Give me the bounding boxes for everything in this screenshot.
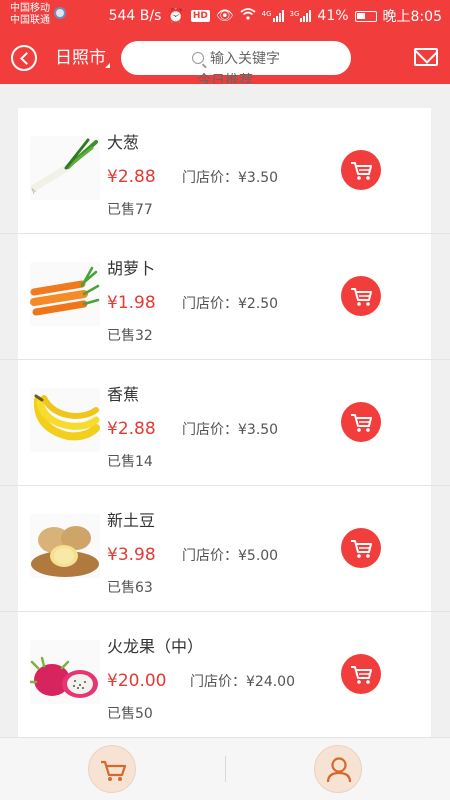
add-to-cart-button[interactable] <box>341 150 381 190</box>
network-speed: 544 B/s <box>108 8 162 24</box>
store-price: 门店价：¥2.50 <box>182 295 278 313</box>
signal-icon-1: 4G <box>262 10 284 22</box>
clock: 晚上8:05 <box>382 9 442 25</box>
cart-nav-button[interactable] <box>88 745 136 793</box>
network-type-1: 4G <box>261 10 272 18</box>
status-indicators: 544 B/s ⏰ HD 👁 4G 3G 41% 晚上8:05 <box>109 6 442 26</box>
search-placeholder: 输入关键字 <box>210 51 280 67</box>
bottom-nav <box>0 737 450 800</box>
product-name[interactable]: 火龙果（中） <box>107 636 203 658</box>
product-item[interactable]: 新土豆 ¥3.98 门店价：¥5.00 已售63 <box>0 486 450 612</box>
store-price-value: ¥3.50 <box>238 170 279 186</box>
sold-prefix: 已售 <box>107 328 135 344</box>
sold-count: 已售32 <box>107 327 153 345</box>
carrier-info: 中国移动 中国联通 <box>10 3 50 27</box>
sold-value: 32 <box>135 328 153 344</box>
product-name[interactable]: 胡萝卜 <box>107 258 155 280</box>
product-price: ¥20.00 <box>107 671 167 691</box>
sold-value: 14 <box>135 454 153 470</box>
product-price: ¥2.88 <box>107 167 156 187</box>
store-price-label: 门店价： <box>182 296 238 312</box>
sold-count: 已售77 <box>107 201 153 219</box>
mail-icon[interactable] <box>414 48 438 66</box>
search-input[interactable]: 输入关键字 <box>121 41 351 75</box>
store-price-value: ¥3.50 <box>238 422 279 438</box>
product-price: ¥1.98 <box>107 293 156 313</box>
product-image-banana[interactable] <box>30 388 100 452</box>
city-caret-icon <box>105 63 110 68</box>
add-to-cart-button[interactable] <box>341 528 381 568</box>
store-price: 门店价：¥3.50 <box>182 421 278 439</box>
user-icon <box>326 757 352 783</box>
store-price-label: 门店价： <box>182 548 238 564</box>
back-icon[interactable] <box>11 45 37 71</box>
add-to-cart-button[interactable] <box>341 402 381 442</box>
product-image-potato[interactable] <box>30 514 100 578</box>
sold-prefix: 已售 <box>107 580 135 596</box>
store-price: 门店价：¥5.00 <box>182 547 278 565</box>
status-bar: 中国移动 中国联通 544 B/s ⏰ HD 👁 4G 3G 41% 晚上8:0… <box>0 0 450 32</box>
product-name[interactable]: 大葱 <box>107 132 139 154</box>
product-name[interactable]: 新土豆 <box>107 510 155 532</box>
sold-count: 已售63 <box>107 579 153 597</box>
store-price-value: ¥2.50 <box>238 296 279 312</box>
product-item[interactable]: 大葱 ¥2.88 门店价：¥3.50 已售77 <box>0 108 450 234</box>
sold-value: 77 <box>135 202 153 218</box>
product-image-green-onion[interactable] <box>30 136 100 200</box>
product-list: 大葱 ¥2.88 门店价：¥3.50 已售77 胡萝卜 ¥1.98 门店价：¥2… <box>0 108 450 738</box>
battery-percent: 41% <box>317 8 349 24</box>
product-name[interactable]: 香蕉 <box>107 384 139 406</box>
alarm-icon: ⏰ <box>167 8 185 24</box>
search-icon <box>192 52 204 64</box>
store-price-label: 门店价： <box>190 674 246 690</box>
carrier-1: 中国移动 <box>10 3 50 14</box>
hd-icon: HD <box>190 10 210 22</box>
carrier-app-icon <box>54 7 66 19</box>
store-price-value: ¥24.00 <box>246 674 295 690</box>
cart-icon <box>351 540 372 558</box>
product-price: ¥2.88 <box>107 419 156 439</box>
wifi-icon <box>240 8 256 24</box>
sold-prefix: 已售 <box>107 454 135 470</box>
product-item[interactable]: 胡萝卜 ¥1.98 门店价：¥2.50 已售32 <box>0 234 450 360</box>
product-item[interactable]: 香蕉 ¥2.88 门店价：¥3.50 已售14 <box>0 360 450 486</box>
product-image-carrot[interactable] <box>30 262 100 326</box>
add-to-cart-button[interactable] <box>341 276 381 316</box>
sold-count: 已售14 <box>107 453 153 471</box>
store-price: 门店价：¥3.50 <box>182 169 278 187</box>
cart-icon <box>351 666 372 684</box>
sold-value: 50 <box>135 706 153 722</box>
product-price: ¥3.98 <box>107 545 156 565</box>
profile-nav-button[interactable] <box>314 745 362 793</box>
sold-count: 已售50 <box>107 705 153 723</box>
sold-value: 63 <box>135 580 153 596</box>
store-price-value: ¥5.00 <box>238 548 279 564</box>
network-type-2: 3G <box>289 10 300 18</box>
carrier-2: 中国联通 <box>10 15 50 26</box>
product-item[interactable]: 火龙果（中） ¥20.00 门店价：¥24.00 已售50 <box>18 612 431 738</box>
battery-icon <box>354 10 377 22</box>
cart-icon <box>351 414 372 432</box>
cart-icon <box>351 288 372 306</box>
add-to-cart-button[interactable] <box>341 654 381 694</box>
sold-prefix: 已售 <box>107 706 135 722</box>
cart-icon <box>351 162 372 180</box>
cart-icon <box>101 760 127 781</box>
product-image-dragon-fruit[interactable] <box>30 640 100 704</box>
store-price-label: 门店价： <box>182 422 238 438</box>
sold-prefix: 已售 <box>107 202 135 218</box>
eye-icon: 👁 <box>215 8 234 24</box>
store-price: 门店价：¥24.00 <box>190 673 295 691</box>
city-selector[interactable]: 日照市 <box>55 47 106 69</box>
signal-icon-2: 3G <box>290 10 312 22</box>
store-price-label: 门店价： <box>182 170 238 186</box>
